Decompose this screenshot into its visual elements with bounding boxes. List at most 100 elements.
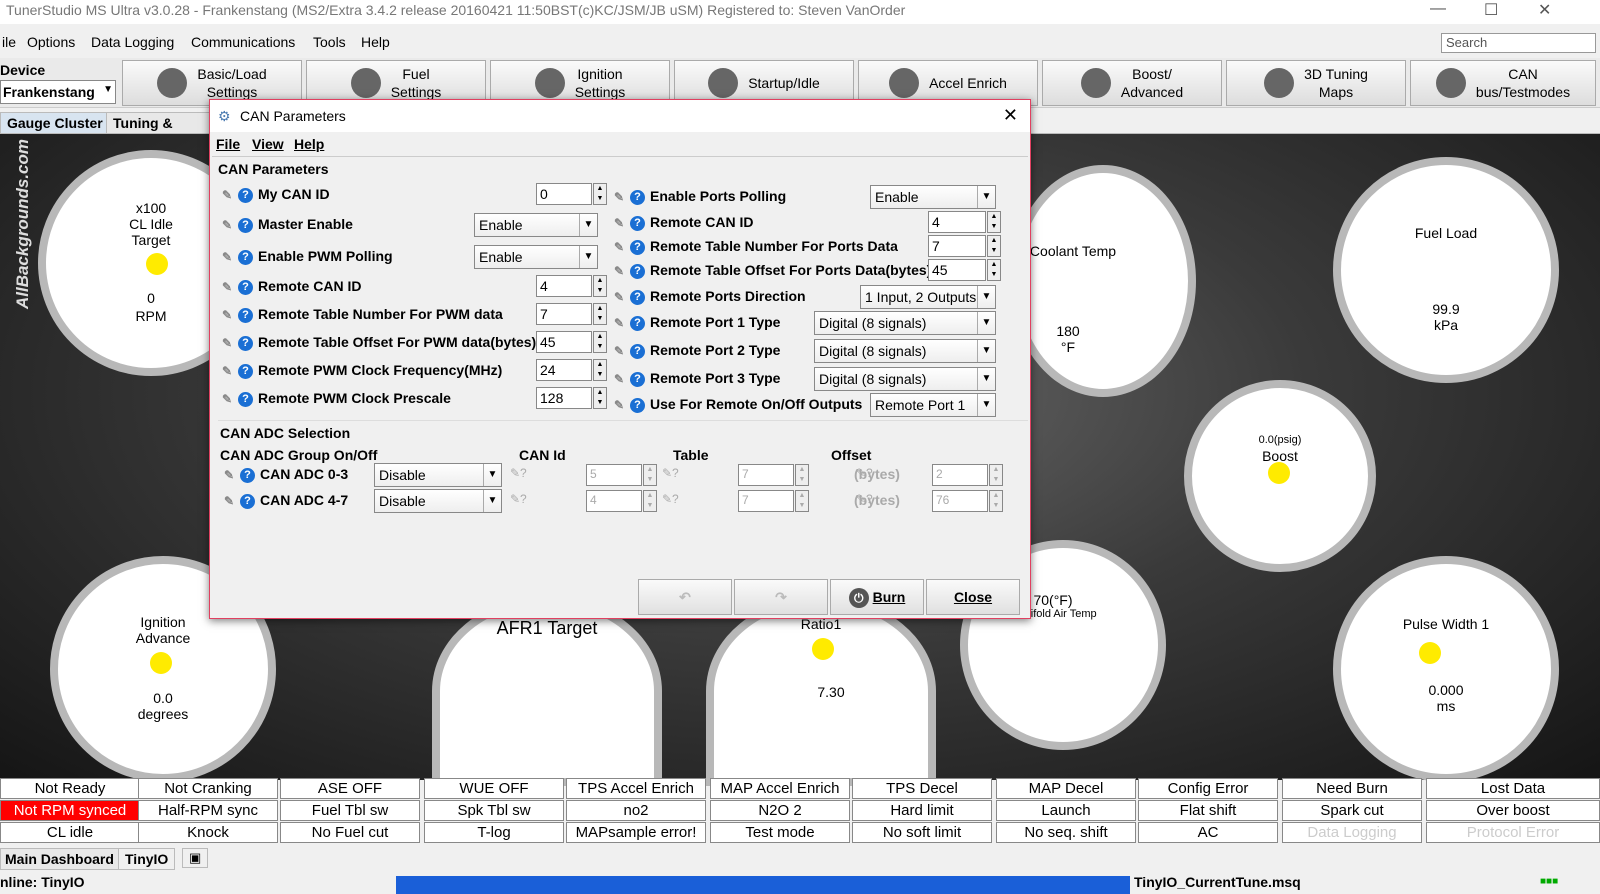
spinner-arrows-icon[interactable]: ▲ ▼ bbox=[795, 490, 809, 512]
edit-icon[interactable]: ✎ bbox=[614, 240, 628, 254]
spinner-arrows-icon[interactable]: ▲ ▼ bbox=[989, 464, 1003, 486]
edit-icon[interactable]: ✎ bbox=[614, 316, 628, 330]
close-icon[interactable]: ✕ bbox=[1003, 105, 1018, 126]
help-icon[interactable]: ? bbox=[630, 215, 645, 231]
device-select[interactable]: Frankenstang ▼ bbox=[0, 80, 116, 104]
3d-tuning-maps-button[interactable]: 3D Tuning Maps bbox=[1226, 60, 1406, 106]
adc-can-id-spinner[interactable]: 5 ▲ ▼ bbox=[586, 464, 657, 486]
help-icon[interactable]: ? bbox=[238, 363, 253, 379]
dropdown-select[interactable]: Digital (8 signals) ▼ bbox=[814, 311, 996, 335]
dropdown-select[interactable]: Digital (8 signals) ▼ bbox=[814, 367, 996, 391]
edit-icon[interactable]: ✎ bbox=[222, 364, 236, 378]
adc-offset-spinner[interactable]: 2 ▲ ▼ bbox=[932, 464, 1003, 486]
help-icon[interactable]: ? bbox=[630, 371, 645, 387]
edit-icon[interactable]: ✎ bbox=[614, 344, 628, 358]
spinner-arrows-icon[interactable]: ▲ ▼ bbox=[643, 490, 657, 512]
dropdown-select[interactable]: Digital (8 signals) ▼ bbox=[814, 339, 996, 363]
tab-gauge-cluster[interactable]: Gauge Cluster bbox=[0, 112, 110, 134]
help-icon[interactable]: ? bbox=[238, 391, 253, 407]
dropdown-select[interactable]: 1 Input, 2 Outputs ▼ bbox=[860, 285, 996, 309]
close-window-icon[interactable]: ✕ bbox=[1538, 0, 1551, 20]
help-icon[interactable]: ? bbox=[238, 217, 253, 233]
help-icon[interactable]: ? bbox=[630, 189, 645, 205]
number-spinner[interactable]: 24 ▲ ▼ bbox=[536, 359, 607, 381]
spinner-arrows-icon[interactable]: ▲ ▼ bbox=[593, 303, 607, 325]
menu-data-logging[interactable]: Data Logging bbox=[91, 34, 174, 50]
dropdown-select[interactable]: Enable ▼ bbox=[870, 185, 996, 209]
undo-button[interactable]: ↶ bbox=[638, 579, 732, 615]
tab-tuning-dyno[interactable]: Tuning & Dyno bbox=[106, 112, 210, 134]
maximize-icon[interactable]: ☐ bbox=[1484, 0, 1498, 20]
menu-options[interactable]: Options bbox=[27, 34, 75, 50]
burn-button[interactable]: ⏻ Burn bbox=[830, 579, 924, 615]
spinner-arrows-icon[interactable]: ▲ ▼ bbox=[593, 387, 607, 409]
dropdown-select[interactable]: Enable ▼ bbox=[474, 245, 598, 269]
help-icon[interactable]: ? bbox=[240, 467, 255, 483]
dropdown-select[interactable]: Remote Port 1 ▼ bbox=[870, 393, 996, 417]
number-spinner[interactable]: 128 ▲ ▼ bbox=[536, 387, 607, 409]
help-icon[interactable]: ? bbox=[630, 343, 645, 359]
edit-icon[interactable]: ✎ bbox=[614, 190, 628, 204]
adc-offset-spinner[interactable]: 76 ▲ ▼ bbox=[932, 490, 1003, 512]
help-icon[interactable]: ? bbox=[630, 289, 645, 305]
help-icon[interactable]: ? bbox=[630, 315, 645, 331]
help-icon[interactable]: ? bbox=[630, 239, 645, 255]
spinner-arrows-icon[interactable]: ▲ ▼ bbox=[795, 464, 809, 486]
edit-icon[interactable]: ✎ bbox=[222, 336, 236, 350]
edit-icon[interactable]: ✎ bbox=[222, 280, 236, 294]
spinner-arrows-icon[interactable]: ▲ ▼ bbox=[987, 211, 1001, 233]
adc-table-spinner[interactable]: 7 ▲ ▼ bbox=[738, 490, 809, 512]
new-tab-icon[interactable]: ▣ bbox=[182, 848, 209, 868]
adc-table-spinner[interactable]: 7 ▲ ▼ bbox=[738, 464, 809, 486]
minimize-icon[interactable]: — bbox=[1430, 0, 1446, 18]
edit-icon[interactable]: ✎ bbox=[614, 264, 628, 278]
menu-file[interactable]: ile bbox=[2, 34, 16, 50]
spinner-arrows-icon[interactable]: ▲ ▼ bbox=[987, 235, 1001, 257]
dialog-menu-file[interactable]: File bbox=[216, 136, 240, 152]
edit-icon[interactable]: ✎ bbox=[614, 398, 628, 412]
help-icon[interactable]: ? bbox=[630, 263, 645, 279]
menu-help[interactable]: Help bbox=[361, 34, 390, 50]
adc-enable-select[interactable]: Disable ▼ bbox=[374, 463, 502, 487]
spinner-arrows-icon[interactable]: ▲ ▼ bbox=[593, 275, 607, 297]
adc-can-id-spinner[interactable]: 4 ▲ ▼ bbox=[586, 490, 657, 512]
help-icon[interactable]: ? bbox=[238, 335, 253, 351]
edit-icon[interactable]: ✎ bbox=[222, 250, 236, 264]
help-icon[interactable]: ? bbox=[630, 397, 645, 413]
tab-tinyio[interactable]: TinyIO bbox=[118, 848, 176, 870]
edit-icon[interactable]: ✎ bbox=[224, 468, 238, 482]
spinner-arrows-icon[interactable]: ▲ ▼ bbox=[987, 259, 1001, 281]
redo-button[interactable]: ↷ bbox=[734, 579, 828, 615]
dropdown-select[interactable]: Enable ▼ bbox=[474, 213, 598, 237]
edit-icon[interactable]: ✎ bbox=[614, 372, 628, 386]
edit-icon[interactable]: ✎ bbox=[222, 188, 236, 202]
number-spinner[interactable]: 4 ▲ ▼ bbox=[536, 275, 607, 297]
close-button[interactable]: Close bbox=[926, 579, 1020, 615]
dialog-menu-view[interactable]: View bbox=[252, 136, 284, 152]
number-spinner[interactable]: 45 ▲ ▼ bbox=[536, 331, 607, 353]
number-spinner[interactable]: 7 ▲ ▼ bbox=[928, 235, 1001, 257]
edit-icon[interactable]: ✎ bbox=[614, 290, 628, 304]
number-spinner[interactable]: 4 ▲ ▼ bbox=[928, 211, 1001, 233]
can-bus-testmodes-button[interactable]: CAN bus/Testmodes bbox=[1410, 60, 1596, 106]
help-icon[interactable]: ? bbox=[238, 279, 253, 295]
help-icon[interactable]: ? bbox=[238, 187, 253, 203]
number-spinner[interactable]: 45 ▲ ▼ bbox=[928, 259, 1001, 281]
spinner-arrows-icon[interactable]: ▲ ▼ bbox=[593, 183, 607, 205]
help-icon[interactable]: ? bbox=[238, 307, 253, 323]
menu-tools[interactable]: Tools bbox=[313, 34, 346, 50]
tab-main-dashboard[interactable]: Main Dashboard bbox=[0, 848, 119, 870]
spinner-arrows-icon[interactable]: ▲ ▼ bbox=[593, 359, 607, 381]
number-spinner[interactable]: 0 ▲ ▼ bbox=[536, 183, 607, 205]
edit-icon[interactable]: ✎ bbox=[222, 218, 236, 232]
edit-icon[interactable]: ✎ bbox=[614, 216, 628, 230]
edit-icon[interactable]: ✎ bbox=[222, 392, 236, 406]
adc-enable-select[interactable]: Disable ▼ bbox=[374, 489, 502, 513]
spinner-arrows-icon[interactable]: ▲ ▼ bbox=[593, 331, 607, 353]
dialog-menu-help[interactable]: Help bbox=[294, 136, 324, 152]
spinner-arrows-icon[interactable]: ▲ ▼ bbox=[643, 464, 657, 486]
number-spinner[interactable]: 7 ▲ ▼ bbox=[536, 303, 607, 325]
edit-icon[interactable]: ✎ bbox=[222, 308, 236, 322]
search-input[interactable]: Search bbox=[1441, 33, 1596, 53]
boost-advanced-button[interactable]: Boost/ Advanced bbox=[1042, 60, 1222, 106]
